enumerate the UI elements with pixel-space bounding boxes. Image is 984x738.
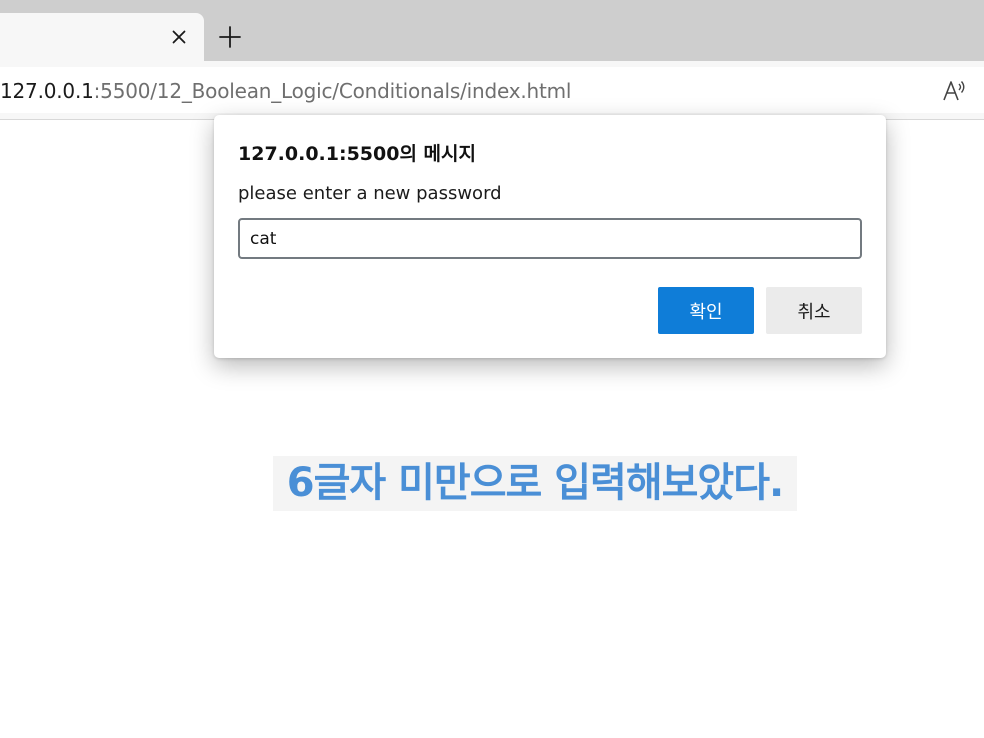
- browser-tab[interactable]: [0, 13, 204, 61]
- dialog-message: please enter a new password: [238, 183, 502, 204]
- tab-strip: [0, 0, 984, 61]
- browser-toolbar: 127.0.0.1:5500/12_Boolean_Logic/Conditio…: [0, 61, 984, 119]
- url-path: :5500/12_Boolean_Logic/Conditionals/inde…: [93, 79, 572, 103]
- address-url[interactable]: 127.0.0.1:5500/12_Boolean_Logic/Conditio…: [0, 79, 571, 103]
- prompt-dialog: 127.0.0.1:5500의 메시지 please enter a new p…: [214, 115, 886, 358]
- cancel-button[interactable]: 취소: [766, 287, 862, 334]
- url-host: 127.0.0.1: [0, 79, 94, 103]
- page-heading: 6글자 미만으로 입력해보았다.: [273, 456, 797, 511]
- close-icon[interactable]: [167, 23, 191, 51]
- password-input[interactable]: [238, 218, 862, 259]
- read-aloud-icon[interactable]: [941, 78, 967, 104]
- dialog-title: 127.0.0.1:5500의 메시지: [238, 143, 476, 165]
- plus-icon[interactable]: [214, 21, 246, 53]
- ok-button[interactable]: 확인: [658, 287, 754, 334]
- address-bar[interactable]: 127.0.0.1:5500/12_Boolean_Logic/Conditio…: [0, 67, 984, 113]
